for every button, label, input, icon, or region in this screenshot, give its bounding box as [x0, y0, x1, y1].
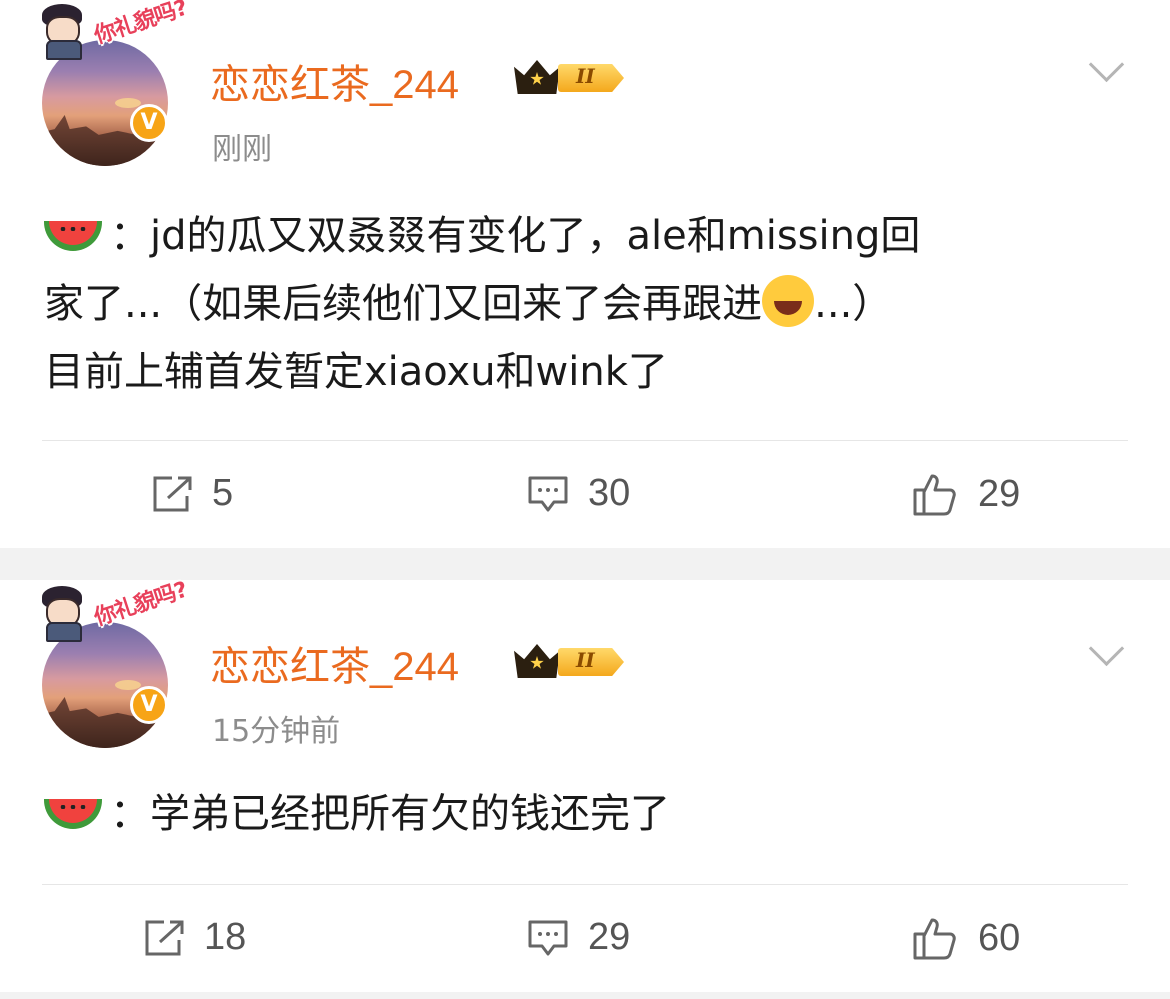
like-count: 29: [978, 472, 1021, 515]
repost-button[interactable]: 18: [142, 916, 246, 959]
comment-icon: [528, 920, 568, 955]
post-content: ：jd的瓜又双叒叕有变化了，ale和missing回 家了...（如果后续他们又…: [44, 202, 1134, 406]
like-button[interactable]: 29: [912, 472, 1020, 516]
avatar-sticker-text: 你礼貌吗?: [91, 0, 191, 50]
content-line: ：jd的瓜又双叒叕有变化了，ale和missing回: [110, 213, 921, 259]
repost-icon: [145, 920, 184, 955]
post-content: ：学弟已经把所有欠的钱还完了: [44, 780, 1134, 848]
comment-button[interactable]: 29: [526, 916, 630, 959]
avatar[interactable]: 你礼貌吗? V: [40, 0, 190, 166]
content-line: 目前上辅首发暂定xiaoxu和wink了: [44, 349, 668, 395]
repost-icon: [153, 476, 192, 511]
divider: [42, 440, 1128, 441]
repost-count: 5: [212, 472, 234, 514]
verified-badge-icon: V: [130, 104, 168, 142]
watermelon-emoji: [44, 221, 102, 251]
comment-button[interactable]: 30: [526, 472, 630, 515]
vip-level-text: II: [576, 64, 595, 88]
avatar-sticker: [36, 580, 96, 642]
divider: [42, 884, 1128, 885]
vip-crown-badge-icon[interactable]: II: [514, 56, 628, 96]
thumbs-up-icon: [913, 474, 956, 516]
like-count: 60: [978, 916, 1021, 959]
repost-button[interactable]: 5: [150, 472, 233, 515]
laughing-tears-emoji: [762, 275, 815, 327]
username[interactable]: 恋恋红茶_244: [210, 634, 459, 692]
comment-count: 30: [588, 472, 631, 514]
timestamp: 刚刚: [212, 132, 272, 167]
verified-badge-icon: V: [130, 686, 168, 724]
like-button[interactable]: 60: [912, 916, 1020, 960]
timestamp: 15分钟前: [212, 714, 341, 749]
content-line: ：学弟已经把所有欠的钱还完了: [110, 791, 670, 837]
thumbs-up-icon: [913, 918, 956, 960]
username[interactable]: 恋恋红茶_244: [210, 52, 459, 110]
content-line: ...）: [814, 281, 893, 327]
content-line: 家了...（如果后续他们又回来了会再跟进: [44, 281, 763, 327]
comment-count: 29: [588, 916, 631, 958]
watermelon-emoji: [44, 799, 102, 829]
comment-icon: [528, 476, 568, 511]
avatar[interactable]: 你礼貌吗? V: [40, 578, 190, 748]
repost-count: 18: [204, 916, 247, 958]
vip-level-text: II: [576, 648, 595, 672]
avatar-sticker: [36, 0, 96, 60]
vip-crown-badge-icon[interactable]: II: [514, 640, 628, 680]
